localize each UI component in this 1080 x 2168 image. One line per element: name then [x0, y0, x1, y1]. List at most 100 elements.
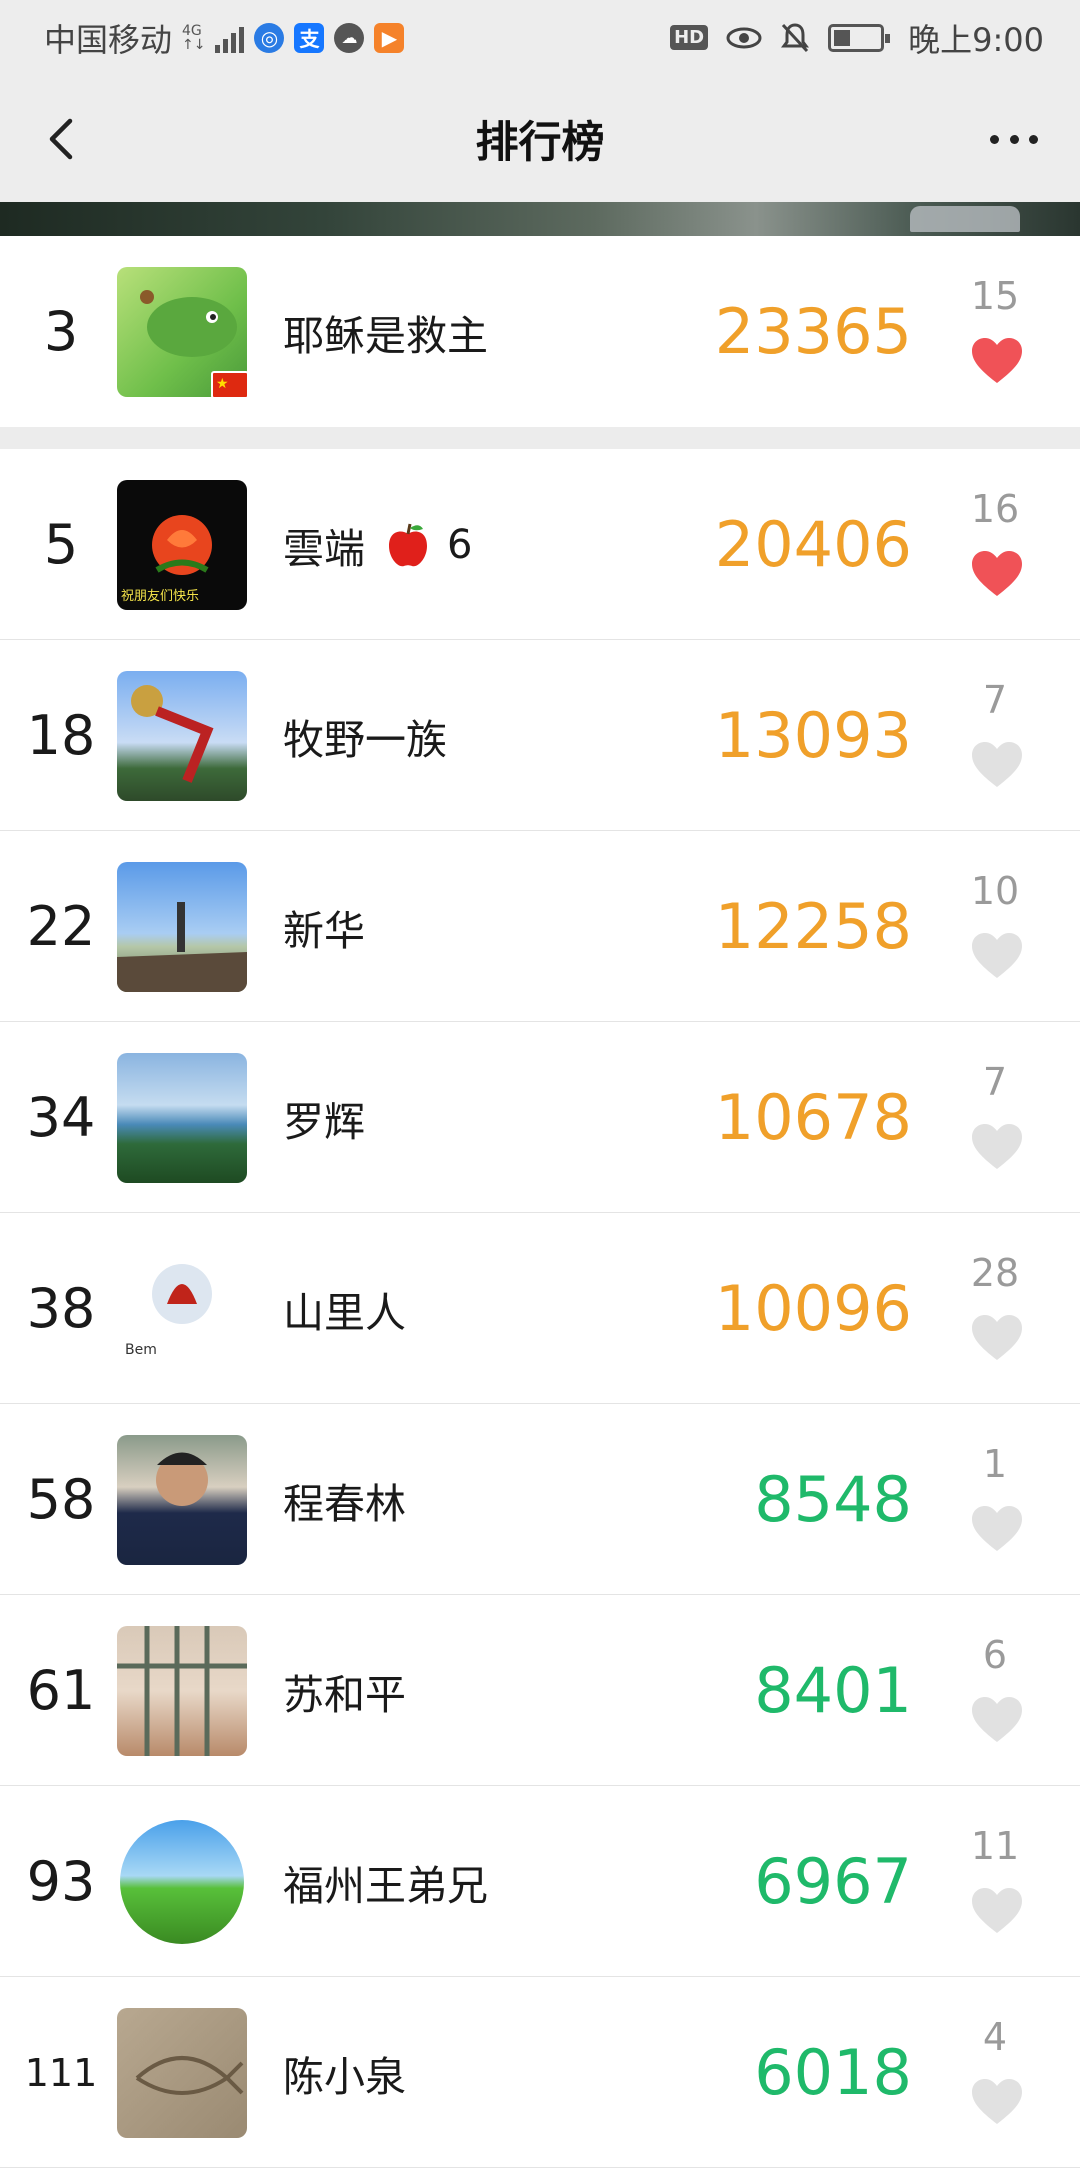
my-rank-row[interactable]: 3 ★ 耶稣是救主 23365 15 — [0, 236, 1080, 427]
page-title: 排行榜 — [475, 117, 605, 168]
like-count: 10 — [970, 869, 1020, 913]
rank-number: 3 — [43, 300, 79, 363]
user-name: 福州王弟兄 — [283, 1786, 488, 1977]
rank-row[interactable]: 34 罗辉 10678 7 — [0, 1022, 1080, 1213]
like-count: 6 — [982, 1633, 1008, 1677]
rank-row[interactable]: 22 新华 12258 10 — [0, 831, 1080, 1022]
section-divider — [0, 427, 1080, 449]
clock-time: 晚上9:00 — [908, 20, 1044, 59]
heart-icon[interactable] — [970, 1886, 1024, 1936]
avatar[interactable] — [117, 1817, 247, 1947]
like-count: 15 — [970, 274, 1020, 318]
rank-number: 111 — [24, 2050, 98, 2095]
user-name: 耶稣是救主 — [283, 311, 488, 360]
like-count: 7 — [982, 1060, 1008, 1104]
browser-app-icon: ◎ — [254, 22, 285, 53]
step-count: 12258 — [714, 890, 912, 963]
like-count: 4 — [982, 2015, 1008, 2059]
heart-icon[interactable] — [970, 1313, 1024, 1363]
rank-number: 34 — [26, 1086, 96, 1149]
like-count: 7 — [982, 678, 1008, 722]
rank-number: 61 — [26, 1659, 96, 1722]
like-count: 11 — [970, 1824, 1020, 1868]
user-name-text: 程春林 — [283, 1479, 406, 1528]
like-count: 28 — [970, 1251, 1020, 1295]
avatar[interactable] — [117, 862, 247, 992]
user-name: 程春林 — [283, 1404, 406, 1595]
hd-badge: HD — [670, 25, 709, 50]
avatar[interactable] — [117, 2008, 247, 2138]
video-app-icon: ▶ — [374, 22, 405, 53]
cloud-icon: ☁ — [334, 22, 365, 53]
mute-bell-icon — [781, 22, 810, 52]
avatar[interactable] — [117, 1435, 247, 1565]
rank-number: 22 — [26, 895, 96, 958]
user-name: 陈小泉 — [283, 1977, 406, 2168]
heart-icon[interactable] — [970, 2077, 1024, 2127]
avatar[interactable] — [117, 1626, 247, 1756]
heart-icon[interactable] — [970, 1504, 1024, 1554]
heart-icon[interactable] — [970, 336, 1024, 386]
carrier-label: 中国移动 — [44, 20, 173, 59]
heart-icon[interactable] — [970, 1695, 1024, 1745]
step-count: 8401 — [754, 1654, 912, 1727]
user-name-text: 牧野一族 — [283, 715, 447, 764]
rank-number: 18 — [26, 704, 96, 767]
heart-icon[interactable] — [970, 931, 1024, 981]
rank-row[interactable]: 61 苏和平 8401 6 — [0, 1595, 1080, 1786]
signal-icon — [215, 23, 245, 53]
user-name-text: 福州王弟兄 — [283, 1861, 488, 1910]
step-count: 10678 — [714, 1081, 912, 1154]
user-name-text: 苏和平 — [283, 1670, 406, 1719]
back-button[interactable] — [36, 111, 92, 167]
rank-row[interactable]: 38 Bem 山里人 10096 28 — [0, 1213, 1080, 1404]
heart-icon[interactable] — [970, 1122, 1024, 1172]
user-name-text: 陈小泉 — [283, 2052, 406, 2101]
step-count: 6018 — [754, 2036, 912, 2109]
step-count: 8548 — [754, 1463, 912, 1536]
user-name-text: 雲端 — [283, 524, 365, 573]
step-count: 20406 — [714, 508, 912, 581]
battery-icon — [828, 23, 891, 52]
step-count: 23365 — [714, 295, 912, 368]
like-count: 1 — [982, 1442, 1008, 1486]
header-banner-image — [0, 202, 1080, 236]
svg-text:Bem: Bem — [125, 1342, 157, 1358]
rank-row[interactable]: 58 程春林 8548 1 — [0, 1404, 1080, 1595]
avatar[interactable] — [117, 671, 247, 801]
more-button[interactable] — [984, 111, 1044, 167]
avatar[interactable]: 祝朋友们快乐 — [117, 480, 247, 610]
step-count: 13093 — [714, 699, 912, 772]
heart-icon[interactable] — [970, 740, 1024, 790]
nav-bar: 排行榜 — [0, 75, 1080, 202]
step-count: 6967 — [754, 1845, 912, 1918]
user-name-text: 新华 — [283, 906, 365, 955]
avatar[interactable]: ★ — [117, 267, 249, 399]
user-name: 新华 — [283, 831, 365, 1022]
eye-icon — [726, 27, 762, 48]
rank-row[interactable]: 111 陈小泉 6018 4 — [0, 1977, 1080, 2168]
avatar[interactable]: Bem — [117, 1244, 247, 1374]
user-name-text: 罗辉 — [283, 1097, 365, 1146]
heart-icon[interactable] — [970, 549, 1024, 599]
network-type: 4G ↑↓ — [182, 22, 206, 53]
rank-number: 5 — [43, 513, 79, 576]
like-count: 16 — [970, 487, 1020, 531]
user-name-text: 山里人 — [283, 1288, 406, 1337]
alipay-app-icon: 支 — [294, 22, 325, 53]
ranking-list: 5 祝朋友们快乐 雲端 6 20406 16 18 牧野一族 13093 7 22 新华 12258 10… — [0, 449, 1080, 2168]
rank-row[interactable]: 5 祝朋友们快乐 雲端 6 20406 16 — [0, 449, 1080, 640]
step-count: 10096 — [714, 1272, 912, 1345]
rank-row[interactable]: 93 福州王弟兄 6967 11 — [0, 1786, 1080, 1977]
user-name: 山里人 — [283, 1213, 406, 1404]
user-name: 苏和平 — [283, 1595, 406, 1786]
user-name-suffix: 6 — [447, 521, 473, 568]
apple-emoji-icon — [389, 523, 427, 566]
rank-number: 58 — [26, 1468, 96, 1531]
user-name: 罗辉 — [283, 1022, 365, 1213]
rank-number: 38 — [26, 1277, 96, 1340]
user-name: 雲端 6 — [283, 449, 472, 640]
rank-row[interactable]: 18 牧野一族 13093 7 — [0, 640, 1080, 831]
user-name: 牧野一族 — [283, 640, 447, 831]
avatar[interactable] — [117, 1053, 247, 1183]
